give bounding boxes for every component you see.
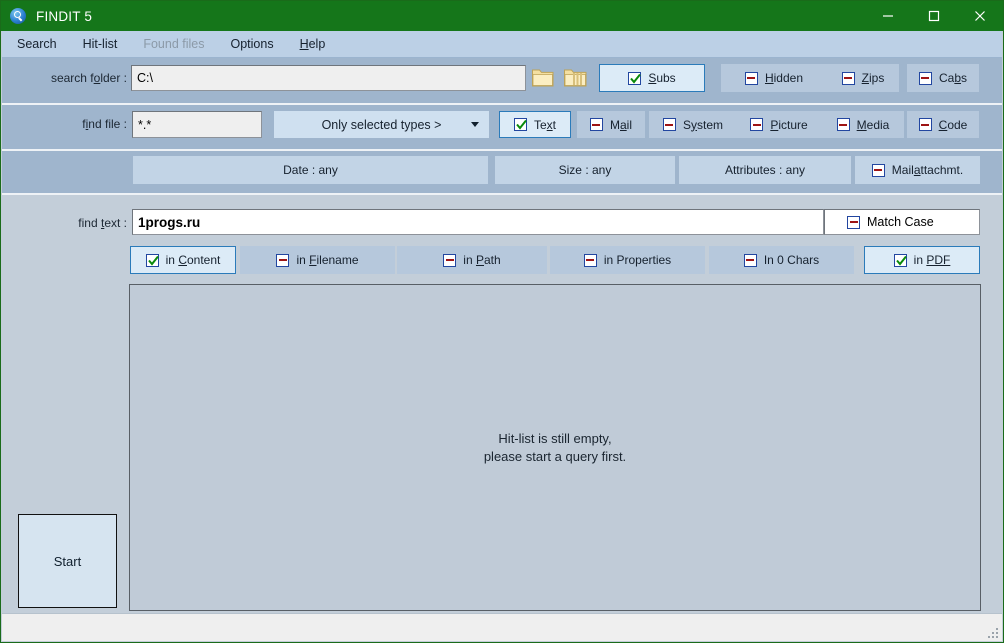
menu-item-help[interactable]: Help <box>289 34 337 54</box>
menu-bar: Search Hit-list Found files Options Help <box>2 31 1002 58</box>
toggle-label: in Content <box>165 253 221 267</box>
minus-box-icon <box>841 71 855 85</box>
checked-box-icon <box>893 253 907 267</box>
minus-box-icon <box>589 118 603 131</box>
date-filter-button[interactable]: Date : any <box>133 156 488 184</box>
folder-icon[interactable] <box>531 66 555 94</box>
toggle-label: Code <box>938 117 968 132</box>
toggle-in-properties[interactable]: in Properties <box>550 246 705 274</box>
window-controls <box>865 1 1003 31</box>
minus-box-icon <box>276 253 290 267</box>
toggle-in-0-chars[interactable]: In 0 Chars <box>709 246 854 274</box>
toggle-label: in Properties <box>603 253 672 267</box>
minus-box-icon <box>836 118 850 131</box>
find-text-label: find text : <box>78 216 127 230</box>
toggle-label: in Filename <box>296 253 359 267</box>
start-button[interactable]: Start <box>18 514 117 608</box>
toggle-text[interactable]: Text <box>499 111 571 138</box>
toggle-mail[interactable]: Mail <box>577 111 645 138</box>
size-filter-button[interactable]: Size : any <box>495 156 675 184</box>
search-folder-input[interactable]: C:\ <box>131 65 526 91</box>
minus-box-icon <box>750 118 764 131</box>
date-filter-label: Date : any <box>283 163 338 177</box>
attributes-filter-button[interactable]: Attributes : any <box>679 156 851 184</box>
toggle-hidden[interactable]: Hidden <box>721 64 827 92</box>
toggle-in-content[interactable]: in Content <box>130 246 236 274</box>
folder-stack-icon[interactable] <box>563 66 588 94</box>
toggle-label: In 0 Chars <box>763 253 820 267</box>
menu-accel: H <box>299 37 309 51</box>
menu-item-found-files: Found files <box>132 34 215 54</box>
minus-box-icon <box>583 253 597 267</box>
attributes-filter-label: Attributes : any <box>724 163 806 177</box>
minus-box-icon <box>744 71 758 85</box>
hit-list-panel[interactable]: Hit-list is still empty, please start a … <box>129 284 981 611</box>
toggle-label: Media <box>856 117 890 132</box>
toggle-picture[interactable]: Picture <box>735 111 823 138</box>
toggle-label: Text <box>533 117 557 132</box>
resize-grip[interactable] <box>986 626 998 638</box>
checked-box-icon <box>513 118 527 131</box>
toggle-system[interactable]: System <box>649 111 737 138</box>
toggle-label: Zips <box>861 71 885 85</box>
minimize-button[interactable] <box>865 1 911 31</box>
toggle-label: Mail <box>609 117 633 132</box>
toggle-label: in PDF <box>913 253 951 267</box>
checked-box-icon <box>145 253 159 267</box>
toggle-mail-attachment[interactable]: Mailattachmt. <box>855 156 980 184</box>
toggle-label: Cabs <box>938 71 968 85</box>
start-button-label: Start <box>53 553 82 569</box>
minus-box-icon <box>871 163 885 177</box>
toggle-in-path[interactable]: in Path <box>397 246 547 274</box>
minus-box-icon <box>918 118 932 131</box>
find-file-input[interactable]: *.* <box>132 111 262 138</box>
hit-list-empty-message: Hit-list is still empty, please start a … <box>484 430 626 465</box>
search-folder-label: search folder : <box>50 71 127 85</box>
hit-list-empty-line-2: please start a query first. <box>483 448 627 464</box>
minus-box-icon <box>662 118 676 131</box>
menu-label: Options <box>230 37 274 51</box>
minus-box-icon <box>847 215 860 229</box>
menu-label: Hit-list <box>82 37 118 51</box>
window-title: FINDIT 5 <box>36 8 93 24</box>
toggle-in-filename[interactable]: in Filename <box>240 246 395 274</box>
magnifier-icon <box>10 8 26 24</box>
toggle-label: Mailattachmt. <box>891 163 964 177</box>
hit-list-empty-line-1: Hit-list is still empty, <box>498 430 612 446</box>
match-case-toggle[interactable]: Match Case <box>824 209 980 235</box>
findit-window: FINDIT 5 Search Hit-list Found files Opt… <box>0 0 1004 643</box>
toggle-cabs[interactable]: Cabs <box>907 64 979 92</box>
find-file-label: find file : <box>82 117 127 131</box>
toggle-code[interactable]: Code <box>907 111 979 138</box>
match-case-label: Match Case <box>867 215 934 229</box>
toggle-label: Picture <box>770 117 808 132</box>
minus-box-icon <box>918 71 932 85</box>
toggle-label: System <box>682 117 724 132</box>
toggle-label: Subs <box>648 71 676 85</box>
combo-selected-label: Only selected types > <box>321 117 442 132</box>
toggle-label: Hidden <box>764 71 804 85</box>
menu-label: Search <box>17 37 57 51</box>
file-types-combo[interactable]: Only selected types > <box>274 111 489 138</box>
close-button[interactable] <box>957 1 1003 31</box>
chevron-down-icon <box>471 122 479 127</box>
toggle-media[interactable]: Media <box>822 111 904 138</box>
checked-box-icon <box>628 71 642 85</box>
title-bar: FINDIT 5 <box>1 1 1003 31</box>
menu-item-hit-list[interactable]: Hit-list <box>72 34 129 54</box>
find-text-input[interactable]: 1progs.ru <box>132 209 824 235</box>
menu-item-search[interactable]: Search <box>6 34 68 54</box>
toggle-subs[interactable]: Subs <box>599 64 705 92</box>
status-bar <box>2 613 1002 641</box>
size-filter-label: Size : any <box>558 163 612 177</box>
minus-box-icon <box>443 253 457 267</box>
minus-box-icon <box>743 253 757 267</box>
toggle-label: in Path <box>463 253 501 267</box>
menu-item-options[interactable]: Options <box>219 34 284 54</box>
toggle-in-pdf[interactable]: in PDF <box>864 246 980 274</box>
maximize-button[interactable] <box>911 1 957 31</box>
toggle-zips[interactable]: Zips <box>827 64 899 92</box>
menu-label: Found files <box>143 37 205 51</box>
